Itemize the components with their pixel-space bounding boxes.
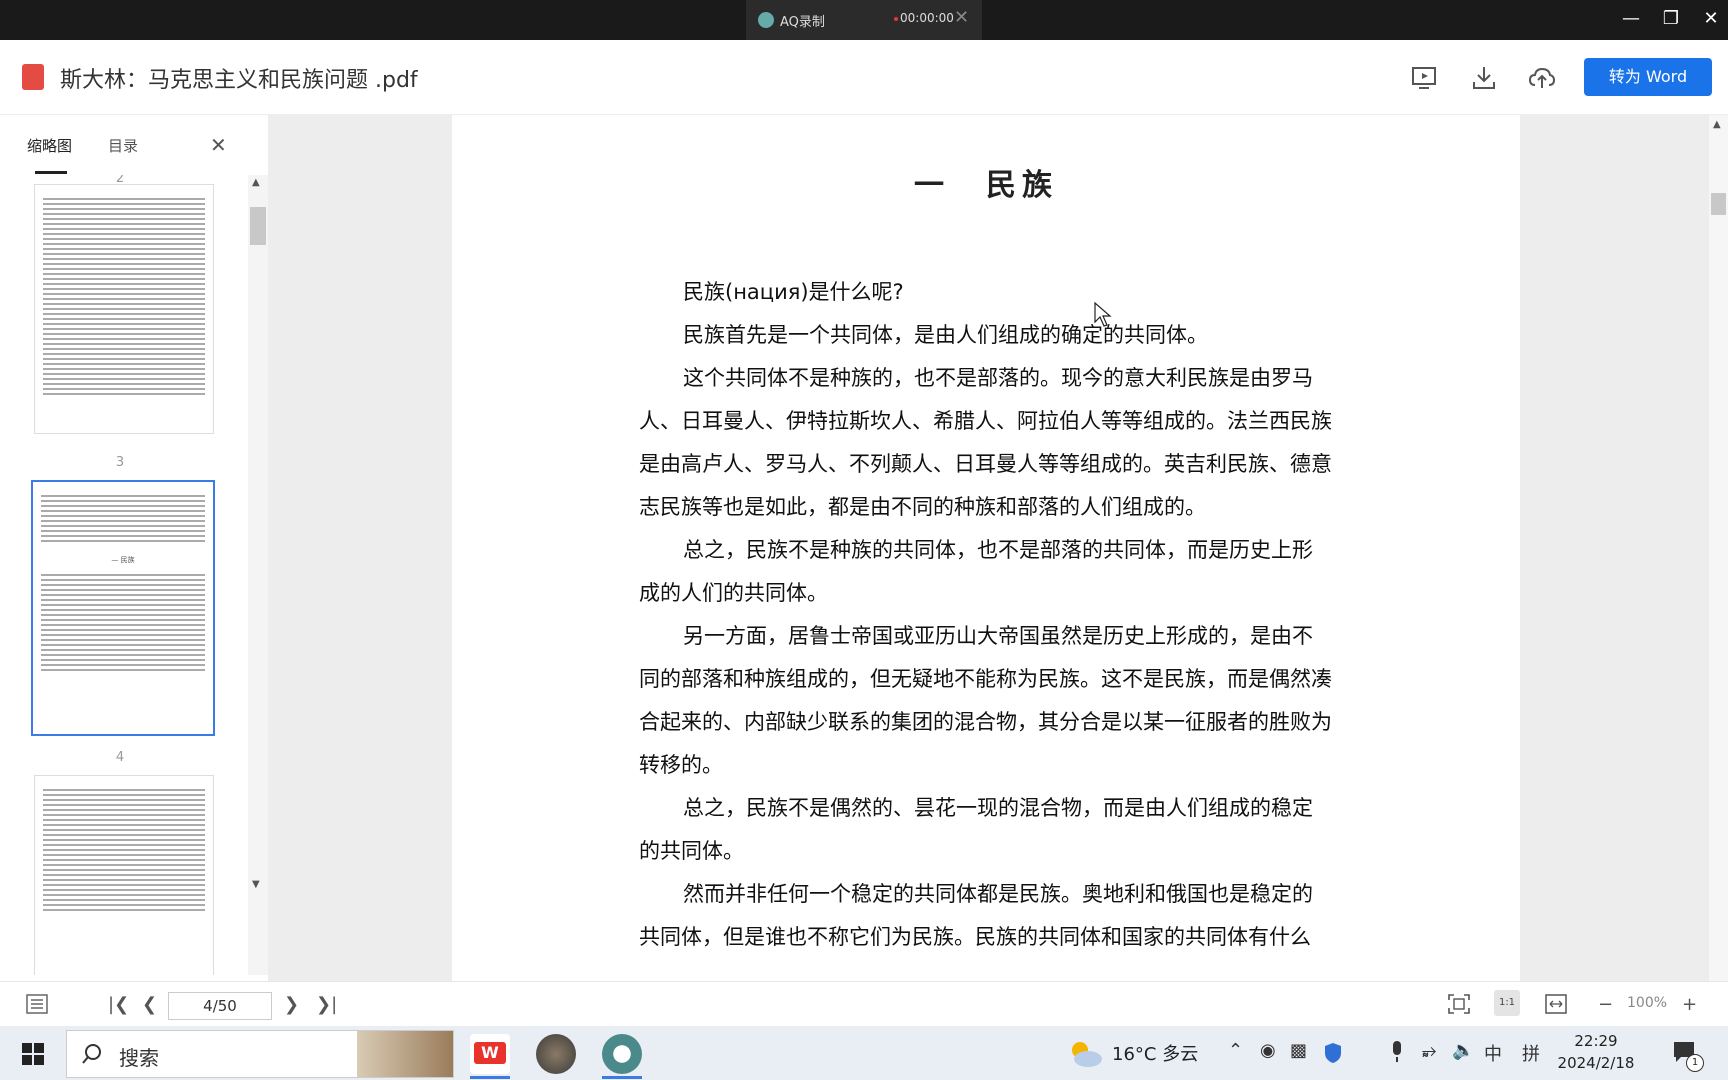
recording-dot-icon xyxy=(894,17,898,21)
page-number-label: 3 xyxy=(115,455,125,470)
zoom-level[interactable]: 100% xyxy=(1627,995,1667,1011)
aq-recorder-app-icon[interactable] xyxy=(602,1034,642,1074)
wps-office-app-icon[interactable]: W xyxy=(470,1034,510,1074)
restore-button[interactable]: ❐ xyxy=(1656,8,1686,29)
volume-icon[interactable]: 🔈 xyxy=(1452,1040,1474,1061)
actual-size-icon[interactable]: 1:1 xyxy=(1494,990,1520,1016)
taskbar-search-box[interactable]: 搜索 xyxy=(66,1030,454,1078)
convert-to-word-button[interactable]: 转为 Word xyxy=(1584,58,1712,96)
first-page-icon[interactable]: |❮ xyxy=(108,994,129,1015)
ime-language-indicator[interactable]: 中 xyxy=(1484,1040,1502,1066)
paragraph: 民族(нация)是什么呢? xyxy=(683,280,904,304)
thumbnail-sidebar: 缩略图 目录 ✕ 2 3 — 民族 4 ▲ ▼ xyxy=(0,115,268,981)
chapter-heading: 一 民族 xyxy=(914,168,1058,203)
recorder-title: AQ录制 xyxy=(780,15,825,30)
fit-page-icon[interactable] xyxy=(1448,994,1470,1014)
page-body-text: 民族(нация)是什么呢? 民族首先是一个共同体，是由人们组成的确定的共同体。… xyxy=(639,271,1333,959)
scroll-up-arrow-icon[interactable]: ▲ xyxy=(1713,119,1721,130)
search-highlight-image xyxy=(357,1031,453,1077)
page-thumbnail-4[interactable] xyxy=(34,775,214,975)
paragraph: 总之，民族不是种族的共同体，也不是部落的共同体，而是历史上形成的人们的共同体。 xyxy=(639,538,1313,605)
active-tab-indicator xyxy=(35,171,67,174)
scrollbar-thumb[interactable] xyxy=(250,207,266,245)
page-thumbnail-3-selected[interactable]: — 民族 xyxy=(31,480,215,736)
windows-taskbar: 搜索 W 16°C 多云 ⌃ ◉ ▩ ⥵ 🔈 中 拼 22:29 2024/2/… xyxy=(0,1026,1728,1080)
scroll-up-arrow-icon[interactable]: ▲ xyxy=(252,177,260,188)
page-thumbnail-2[interactable] xyxy=(34,184,214,434)
recorder-timer: 00:00:00 xyxy=(900,11,954,25)
paragraph: 另一方面，居鲁士帝国或亚历山大帝国虽然是历史上形成的，是由不同的部落和种族组成的… xyxy=(639,624,1332,777)
pdf-page: 一 民族 民族(нация)是什么呢? 民族首先是一个共同体，是由人们组成的确定… xyxy=(452,115,1520,981)
tray-device-icon[interactable]: ▩ xyxy=(1290,1040,1307,1061)
tab-table-of-contents[interactable]: 目录 xyxy=(108,135,138,156)
active-app-indicator xyxy=(470,1076,510,1079)
sidebar-scrollbar[interactable]: ▲ ▼ xyxy=(248,175,268,975)
paragraph: 然而并非任何一个稳定的共同体都是民族。奥地利和俄国也是稳定的共同体，但是谁也不称… xyxy=(639,882,1313,949)
page-number-label: 4 xyxy=(115,750,125,765)
zoom-out-icon[interactable]: − xyxy=(1598,994,1613,1015)
page-number-input[interactable]: 4/50 xyxy=(168,992,272,1020)
weather-cloud-icon xyxy=(1072,1042,1102,1067)
tab-thumbnails[interactable]: 缩略图 xyxy=(27,135,72,156)
clock-time: 22:29 xyxy=(1574,1032,1618,1050)
pdf-file-icon xyxy=(22,64,44,90)
show-hidden-icons-chevron-icon[interactable]: ⌃ xyxy=(1228,1040,1243,1061)
app-header: 斯大林：马克思主义和民族问题 .pdf 转为 Word xyxy=(0,40,1728,115)
microphone-tray-icon[interactable] xyxy=(1390,1041,1404,1063)
paragraph: 总之，民族不是偶然的、昙花一现的混合物，而是由人们组成的稳定的共同体。 xyxy=(639,796,1313,863)
search-placeholder: 搜索 xyxy=(119,1046,159,1070)
toggle-sidebar-icon[interactable] xyxy=(26,994,48,1014)
active-app-indicator xyxy=(602,1076,642,1079)
last-page-icon[interactable]: ❯| xyxy=(316,994,337,1015)
clock-date: 2024/2/18 xyxy=(1557,1054,1635,1072)
paragraph: 这个共同体不是种族的，也不是部落的。现今的意大利民族是由罗马人、日耳曼人、伊特拉… xyxy=(639,366,1332,519)
recorder-close-icon[interactable]: ✕ xyxy=(954,7,969,28)
fit-width-icon[interactable] xyxy=(1545,994,1567,1014)
scroll-down-arrow-icon[interactable]: ▼ xyxy=(252,879,260,890)
paragraph: 民族首先是一个共同体，是由人们组成的确定的共同体。 xyxy=(683,323,1208,347)
cloud-upload-icon[interactable] xyxy=(1528,64,1556,92)
weather-text[interactable]: 16°C 多云 xyxy=(1112,1040,1198,1066)
minimize-button[interactable]: — xyxy=(1616,8,1646,29)
zoom-in-icon[interactable]: + xyxy=(1682,994,1697,1015)
security-shield-icon[interactable] xyxy=(1324,1042,1342,1064)
page-navigation-bar: |❮ ❮ 4/50 ❯ ❯| 1:1 − 100% + xyxy=(0,981,1728,1027)
recorder-logo-icon xyxy=(758,12,774,28)
network-wifi-icon[interactable]: ⥵ xyxy=(1422,1040,1436,1061)
game-app-icon[interactable] xyxy=(536,1034,576,1074)
search-icon xyxy=(82,1044,101,1064)
system-clock[interactable]: 22:29 2024/2/18 xyxy=(1556,1030,1636,1074)
ime-mode-indicator[interactable]: 拼 xyxy=(1522,1040,1540,1066)
windows-start-icon[interactable] xyxy=(22,1043,44,1065)
presentation-icon[interactable] xyxy=(1410,64,1438,92)
document-title: 斯大林：马克思主义和民族问题 .pdf xyxy=(60,68,418,93)
thumbnail-list: 2 3 — 民族 4 xyxy=(0,175,240,975)
next-page-icon[interactable]: ❯ xyxy=(284,994,299,1015)
mouse-cursor-icon xyxy=(1094,302,1112,327)
document-scrollbar[interactable]: ▲ xyxy=(1709,115,1728,981)
close-window-button[interactable]: ✕ xyxy=(1696,8,1726,29)
document-viewport[interactable]: 一 民族 民族(нация)是什么呢? 民族首先是一个共同体，是由人们组成的确定… xyxy=(268,115,1709,981)
tray-app-icon[interactable]: ◉ xyxy=(1260,1040,1276,1061)
previous-page-icon[interactable]: ❮ xyxy=(142,994,157,1015)
notification-count-badge: 1 xyxy=(1686,1054,1704,1072)
download-icon[interactable] xyxy=(1470,64,1498,92)
close-sidebar-icon[interactable]: ✕ xyxy=(210,133,227,157)
scrollbar-thumb[interactable] xyxy=(1711,193,1726,215)
